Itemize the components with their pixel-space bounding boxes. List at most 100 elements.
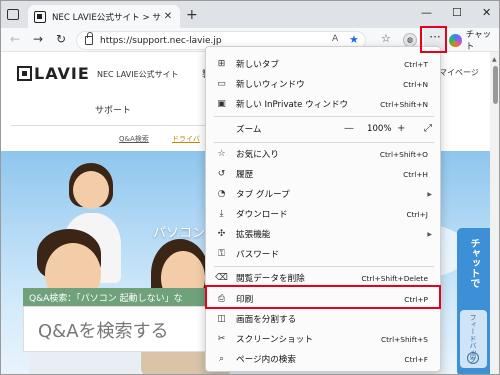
print-item-highlight xyxy=(205,285,441,309)
copilot-label: チャット xyxy=(465,30,492,52)
site-name[interactable]: NEC LAVIE公式サイト xyxy=(97,69,179,80)
menu-item-label: 新しいタブ xyxy=(236,60,279,70)
menu-item-label: タブ グループ xyxy=(236,190,290,200)
menu-item-favorites[interactable]: ☆ お気に入り Ctrl+Shift+O xyxy=(207,144,440,164)
more-button-highlight xyxy=(420,26,447,53)
submenu-chevron-icon: ▶ xyxy=(427,230,432,238)
url-text[interactable]: https://support.nec-lavie.jp xyxy=(100,36,222,46)
menu-item-split-screen[interactable]: ◫ 画面を分割する xyxy=(207,309,440,329)
menu-item-shortcut: Ctrl+N xyxy=(403,79,428,89)
menu-item-label: 画面を分割する xyxy=(236,315,297,325)
support-nav[interactable]: サポート xyxy=(95,103,131,116)
new-tab-plus-icon[interactable]: + xyxy=(186,7,198,23)
menu-item-shortcut: Ctrl+Shift+S xyxy=(380,334,428,344)
menu-item-screenshot[interactable]: ✂ スクリーンショット Ctrl+Shift+S xyxy=(207,329,440,349)
downloads-icon: ⤓ xyxy=(219,208,224,219)
copilot-button[interactable]: チャット xyxy=(449,30,499,52)
menu-item-shortcut: Ctrl+T xyxy=(404,59,428,69)
menu-item-label: 履歴 xyxy=(236,170,254,180)
chat-side-widget[interactable]: チャットで フィードバック ☺ xyxy=(457,228,490,374)
qa-keyword-tag[interactable]: Q&A検索：「パソコン 起動しない」な xyxy=(23,288,207,306)
menu-item-passwords[interactable]: ⚿ パスワード xyxy=(207,244,440,264)
menu-item-shortcut: Ctrl+Shift+N xyxy=(380,99,428,109)
scroll-up-icon[interactable]: ▲ xyxy=(492,56,497,63)
menu-item-label: 拡張機能 xyxy=(236,230,271,240)
menu-item-label: パスワード xyxy=(236,250,279,260)
mypage-link[interactable]: マイページ xyxy=(439,67,479,78)
menu-item-tab-groups[interactable]: ◔ タブ グループ ▶ xyxy=(207,184,440,204)
tab-active[interactable]: NEC LAVIE公式サイト > サービス＆サ ✕ xyxy=(28,5,180,28)
tab-title: NEC LAVIE公式サイト > サービス＆サ xyxy=(52,12,162,23)
menu-item-history[interactable]: ↺ 履歴 Ctrl+H xyxy=(207,164,440,184)
history-icon: ↺ xyxy=(217,168,226,179)
lavie-logo[interactable]: LAVIE xyxy=(17,64,90,83)
tab-close-icon[interactable]: ✕ xyxy=(162,11,174,22)
logo-text: LAVIE xyxy=(34,64,90,83)
find-icon: ⌕ xyxy=(218,353,225,364)
menu-item-new-tab[interactable]: ⊞ 新しいタブ Ctrl+T xyxy=(207,54,440,74)
read-aloud-icon[interactable]: A xyxy=(332,34,338,44)
menu-item-shortcut: Ctrl+Shift+Delete xyxy=(361,273,428,283)
menu-item-label: ページ内の検索 xyxy=(236,355,296,365)
forward-arrow-icon[interactable]: → xyxy=(33,32,43,46)
menu-item-zoom: ズーム — 100% + ⤢ xyxy=(207,119,440,139)
chat-label: チャットで xyxy=(468,238,479,288)
fullscreen-icon[interactable]: ⤢ xyxy=(424,123,432,134)
lock-icon xyxy=(85,32,93,45)
inprivate-icon: ▣ xyxy=(217,98,226,109)
menu-item-new-window[interactable]: ▭ 新しいウィンドウ Ctrl+N xyxy=(207,74,440,94)
tab-strip: NEC LAVIE公式サイト > サービス＆サ ✕ + — ☐ ✕ xyxy=(1,1,499,28)
minimize-icon[interactable]: — xyxy=(421,6,432,19)
site-favicon-icon xyxy=(34,10,46,23)
screenshot-icon: ✂ xyxy=(217,333,226,344)
close-window-icon[interactable]: ✕ xyxy=(482,6,491,19)
favorite-star-icon[interactable]: ★ xyxy=(349,33,359,46)
refresh-icon[interactable]: ↻ xyxy=(56,32,66,46)
menu-item-label: 閲覧データを削除 xyxy=(236,274,305,284)
menu-item-label: 新しい InPrivate ウィンドウ xyxy=(236,100,349,110)
menu-item-label: 新しいウィンドウ xyxy=(236,80,305,90)
menu-item-shortcut: Ctrl+F xyxy=(404,354,428,364)
extensions-icon: ✣ xyxy=(217,228,226,239)
tab-actions-icon[interactable] xyxy=(7,9,19,20)
qa-search-box[interactable]: Q&Aを検索する xyxy=(23,306,207,352)
smiley-icon: ☺ xyxy=(467,352,479,364)
hero-headline: パソコン xyxy=(153,226,206,241)
menu-item-shortcut: Ctrl+H xyxy=(403,169,428,179)
menu-item-label: ダウンロード xyxy=(236,210,288,220)
zoom-out-icon[interactable]: — xyxy=(344,123,354,134)
menu-separator xyxy=(214,142,434,143)
scrollbar-thumb[interactable] xyxy=(493,66,498,104)
menu-item-downloads[interactable]: ⤓ ダウンロード Ctrl+J xyxy=(207,204,440,224)
menu-separator xyxy=(214,266,434,267)
child-face xyxy=(73,171,109,209)
menu-item-find[interactable]: ⌕ ページ内の検索 Ctrl+F xyxy=(207,349,440,369)
tab-groups-icon: ◔ xyxy=(217,188,226,199)
settings-more-menu: ⊞ 新しいタブ Ctrl+T ▭ 新しいウィンドウ Ctrl+N ▣ 新しい I… xyxy=(205,46,441,372)
menu-item-label: お気に入り xyxy=(236,150,279,160)
menu-item-new-inprivate[interactable]: ▣ 新しい InPrivate ウィンドウ Ctrl+Shift+N xyxy=(207,94,440,114)
submenu-chevron-icon: ▶ xyxy=(427,190,432,198)
maximize-icon[interactable]: ☐ xyxy=(452,6,462,19)
zoom-in-icon[interactable]: + xyxy=(397,123,405,134)
driver-link[interactable]: ドライバ xyxy=(172,134,200,144)
back-arrow-icon[interactable]: ← xyxy=(10,32,20,46)
menu-item-shortcut: Ctrl+Shift+O xyxy=(379,149,428,159)
new-window-icon: ▭ xyxy=(217,78,226,89)
zoom-value: 100% xyxy=(367,124,392,134)
split-screen-icon: ◫ xyxy=(217,313,226,324)
qa-search-link[interactable]: Q&A検索 xyxy=(119,134,149,144)
zoom-icon xyxy=(215,123,228,136)
browser-window: NEC LAVIE公式サイト > サービス＆サ ✕ + — ☐ ✕ ← → ↻ … xyxy=(0,0,500,375)
menu-separator xyxy=(214,116,434,117)
menu-item-extensions[interactable]: ✣ 拡張機能 ▶ xyxy=(207,224,440,244)
feedback-button[interactable]: フィードバック ☺ xyxy=(460,310,487,368)
profile-icon[interactable]: ◍ xyxy=(403,33,417,47)
passwords-icon: ⚿ xyxy=(218,248,225,259)
header-divider xyxy=(11,125,206,126)
collections-icon[interactable]: ☆ xyxy=(381,32,391,45)
page-scrollbar[interactable]: ▲ xyxy=(490,52,499,374)
menu-item-label: ズーム xyxy=(236,125,262,135)
menu-item-shortcut: Ctrl+J xyxy=(406,209,428,219)
clear-data-icon: ⌫ xyxy=(215,272,228,283)
